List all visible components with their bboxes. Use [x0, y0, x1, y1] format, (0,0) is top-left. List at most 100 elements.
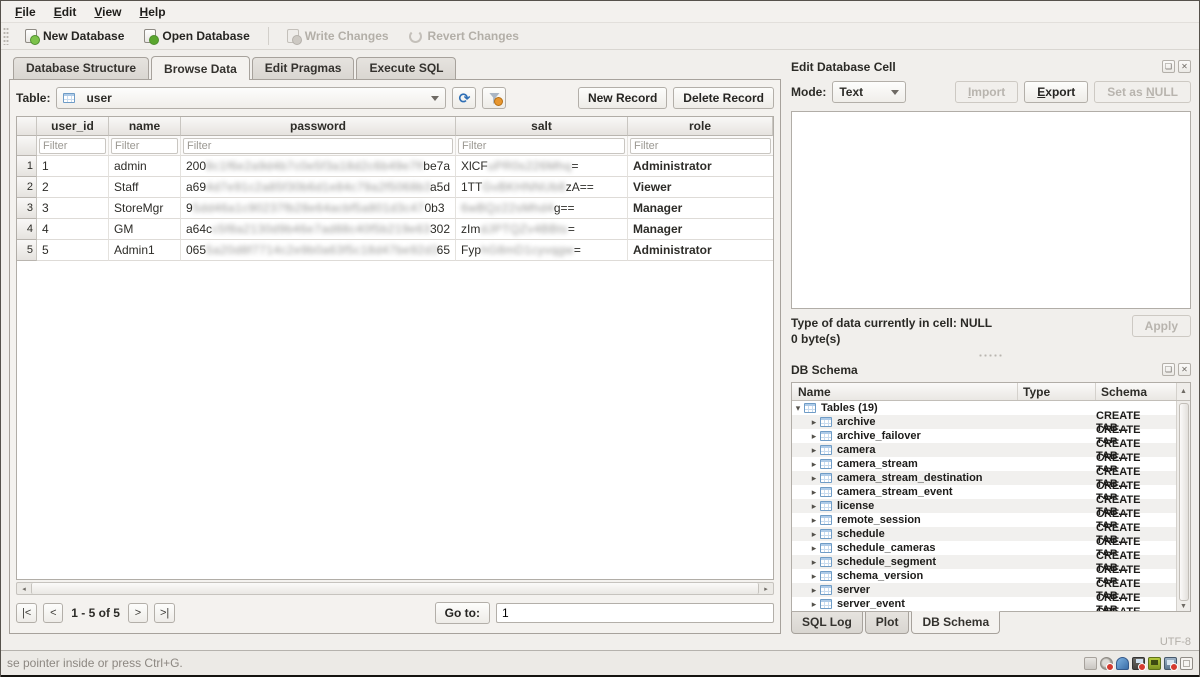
export-button[interactable]: Export	[1024, 81, 1088, 103]
filter-input-role[interactable]	[630, 138, 771, 154]
goto-record-input[interactable]	[496, 603, 774, 623]
last-record-button[interactable]: >|	[154, 603, 175, 623]
cell-user-id[interactable]: 4	[37, 219, 109, 240]
open-database-button[interactable]: Open Database	[136, 26, 257, 46]
table-row[interactable]: 3 3 StoreMgr 95dd46a1c90237fb28e64acbf5a…	[17, 198, 773, 219]
first-record-button[interactable]: |<	[16, 603, 37, 623]
dock-close-icon[interactable]: ✕	[1178, 60, 1191, 73]
cell-password[interactable]: 2008c1f6e2a9d4b7c0e5f3a18d2c6b49e7f01a3b…	[181, 156, 456, 177]
table-select[interactable]: user	[56, 87, 446, 109]
network-icon[interactable]	[1132, 657, 1145, 670]
cell-user-id[interactable]: 2	[37, 177, 109, 198]
filter-input-user-id[interactable]	[39, 138, 106, 154]
scroll-right-icon[interactable]: ▸	[759, 583, 773, 594]
cell-name[interactable]: Admin1	[109, 240, 181, 261]
cell-name[interactable]: Staff	[109, 177, 181, 198]
new-record-button[interactable]: New Record	[578, 87, 667, 109]
cell-role[interactable]: Administrator	[628, 156, 773, 177]
clear-filters-button[interactable]	[482, 87, 506, 109]
chevron-right-icon[interactable]: ▸	[808, 417, 820, 428]
chevron-right-icon[interactable]: ▸	[808, 473, 820, 484]
chevron-right-icon[interactable]: ▸	[808, 543, 820, 554]
menu-file[interactable]: File	[7, 3, 44, 21]
goto-button[interactable]: Go to:	[435, 602, 490, 624]
chevron-right-icon[interactable]: ▸	[808, 529, 820, 540]
scroll-left-icon[interactable]: ◂	[17, 583, 31, 594]
filter-input-salt[interactable]	[458, 138, 625, 154]
cell-role[interactable]: Viewer	[628, 177, 773, 198]
chevron-right-icon[interactable]: ▸	[808, 431, 820, 442]
column-header-type[interactable]: Type	[1018, 383, 1096, 400]
cell-password[interactable]: 0655a20d8f7714c2e9b0a63f5c18d47be92d365	[181, 240, 456, 261]
filter-input-password[interactable]	[183, 138, 453, 154]
column-header-schema[interactable]: Schema	[1096, 385, 1176, 399]
tab-database-structure[interactable]: Database Structure	[13, 57, 149, 79]
tab-db-schema[interactable]: DB Schema	[911, 611, 1000, 634]
cell-editor-textarea[interactable]	[791, 111, 1191, 309]
refresh-button[interactable]: ⟳	[452, 87, 476, 109]
chevron-right-icon[interactable]: ▸	[808, 501, 820, 512]
cell-user-id[interactable]: 5	[37, 240, 109, 261]
cell-password[interactable]: a694d7e91c2a85f30b6d1e84c79a2f5068b3ca5d	[181, 177, 456, 198]
column-header-name[interactable]: Name	[792, 383, 1018, 400]
shared-folders-icon[interactable]	[1148, 657, 1161, 670]
cell-name[interactable]: GM	[109, 219, 181, 240]
cell-salt[interactable]: 1TTGvBKHNNUb8zA==	[456, 177, 628, 198]
previous-record-button[interactable]: <	[43, 603, 63, 623]
tab-browse-data[interactable]: Browse Data	[151, 56, 250, 80]
chevron-right-icon[interactable]: ▸	[808, 571, 820, 582]
column-header-salt[interactable]: salt	[456, 117, 628, 136]
mode-select[interactable]: Text	[832, 81, 906, 103]
table-row[interactable]: 4 4 GM a64cc5f8a2130d9b46e7ad88c40f5b219…	[17, 219, 773, 240]
table-row[interactable]: 2 2 Staff a694d7e91c2a85f30b6d1e84c79a2f…	[17, 177, 773, 198]
column-header-role[interactable]: role	[628, 117, 773, 136]
chevron-right-icon[interactable]: ▸	[808, 557, 820, 568]
row-number[interactable]: 2	[17, 177, 37, 198]
cell-user-id[interactable]: 3	[37, 198, 109, 219]
table-row[interactable]: 5 5 Admin1 0655a20d8f7714c2e9b0a63f5c18d…	[17, 240, 773, 261]
scrollbar-thumb[interactable]	[1179, 403, 1189, 601]
cell-role[interactable]: Administrator	[628, 240, 773, 261]
new-database-button[interactable]: New Database	[17, 26, 132, 46]
cell-name[interactable]: admin	[109, 156, 181, 177]
grid-corner[interactable]	[17, 117, 37, 136]
delete-record-button[interactable]: Delete Record	[673, 87, 774, 109]
horizontal-scrollbar[interactable]: ◂ ▸	[16, 582, 774, 595]
dock-float-icon[interactable]: ❏	[1162, 363, 1175, 376]
dock-splitter[interactable]	[791, 351, 1191, 359]
tab-edit-pragmas[interactable]: Edit Pragmas	[252, 57, 355, 79]
dock-close-icon[interactable]: ✕	[1178, 363, 1191, 376]
mouse-integration-icon[interactable]	[1180, 657, 1193, 670]
cell-role[interactable]: Manager	[628, 198, 773, 219]
row-number[interactable]: 4	[17, 219, 37, 240]
dock-float-icon[interactable]: ❏	[1162, 60, 1175, 73]
tab-execute-sql[interactable]: Execute SQL	[356, 57, 456, 79]
cell-salt[interactable]: XlCFuPR0s226Mhq=	[456, 156, 628, 177]
chevron-right-icon[interactable]: ▸	[808, 459, 820, 470]
usb-icon[interactable]	[1116, 657, 1129, 670]
cell-role[interactable]: Manager	[628, 219, 773, 240]
chevron-right-icon[interactable]: ▸	[808, 585, 820, 596]
optical-drive-icon[interactable]	[1100, 657, 1113, 670]
column-header-name[interactable]: name	[109, 117, 181, 136]
hard-disk-icon[interactable]	[1084, 657, 1097, 670]
column-header-user-id[interactable]: user_id	[37, 117, 109, 136]
tab-sql-log[interactable]: SQL Log	[791, 612, 863, 634]
chevron-right-icon[interactable]: ▸	[808, 515, 820, 526]
chevron-right-icon[interactable]: ▸	[808, 487, 820, 498]
filter-input-name[interactable]	[111, 138, 178, 154]
cell-password[interactable]: 95dd46a1c90237fb28e64acbf5a801d3c470b3	[181, 198, 456, 219]
cell-salt[interactable]: 6wBQz22sMhd4g==	[456, 198, 628, 219]
scrollbar-thumb[interactable]	[31, 583, 759, 594]
row-number[interactable]: 3	[17, 198, 37, 219]
cell-salt[interactable]: FyphG8mD1cyvqgw=	[456, 240, 628, 261]
cell-name[interactable]: StoreMgr	[109, 198, 181, 219]
menu-help[interactable]: Help	[132, 3, 174, 21]
cell-salt[interactable]: zImdJPTQZv4BBts=	[456, 219, 628, 240]
table-row[interactable]: 1 1 admin 2008c1f6e2a9d4b7c0e5f3a18d2c6b…	[17, 156, 773, 177]
tab-plot[interactable]: Plot	[865, 612, 910, 634]
toolbar-drag-handle[interactable]	[3, 27, 9, 45]
row-number[interactable]: 1	[17, 156, 37, 177]
vertical-scrollbar[interactable]: ▼	[1176, 401, 1190, 611]
chevron-down-icon[interactable]: ▾	[792, 403, 804, 414]
